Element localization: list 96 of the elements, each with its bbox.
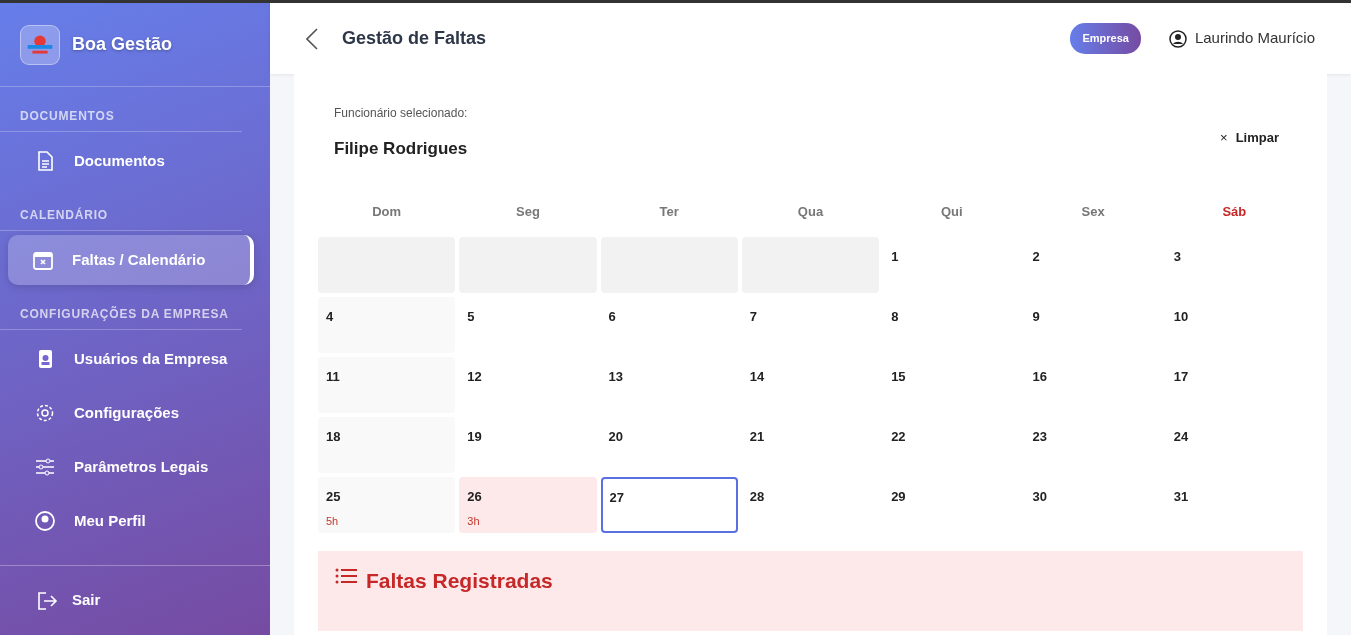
day-number: 7 [749, 309, 758, 324]
day-number: 24 [1173, 429, 1189, 444]
day-number: 1 [891, 249, 899, 264]
clear-button[interactable]: × Limpar [1220, 128, 1279, 148]
day-number: 23 [1032, 429, 1047, 444]
sidebar-item[interactable]: Meu Perfil [8, 496, 254, 546]
back-icon[interactable] [306, 27, 318, 50]
day-number: 20 [608, 429, 624, 444]
day-number: 31 [1173, 489, 1189, 504]
sidebar-item[interactable]: Parâmetros Legais [8, 442, 254, 492]
user-icon [1168, 29, 1187, 48]
user-icon [34, 510, 56, 532]
calendar-day[interactable]: 16 [1024, 357, 1162, 413]
day-number: 3 [1173, 249, 1181, 264]
employee-name: Filipe Rodrigues [333, 138, 468, 160]
day-number: 8 [891, 309, 899, 324]
day-number: 11 [326, 369, 340, 384]
calendar-day[interactable]: 29 [883, 477, 1021, 533]
calendar-day[interactable]: 14 [741, 357, 880, 413]
calendar-day[interactable]: 24 [1165, 417, 1303, 473]
hours-label: 3h [467, 513, 481, 529]
page-title: Gestão de Faltas [342, 27, 487, 50]
calendar-day[interactable]: 4 [318, 297, 456, 353]
calendar-day[interactable]: 17 [1165, 357, 1303, 413]
weekday-header: Qui [939, 202, 964, 221]
calendar-day[interactable]: 19 [459, 417, 597, 473]
day-number: 18 [326, 429, 341, 444]
calendar-day[interactable]: 10 [1165, 297, 1303, 353]
calendar-day[interactable]: 21 [741, 417, 880, 473]
day-number: 22 [891, 429, 906, 444]
calendar-day[interactable]: 12 [459, 357, 597, 413]
logout-icon [36, 590, 58, 611]
role-badge: Empresa [1070, 23, 1141, 54]
calendar-day[interactable]: 23 [1024, 417, 1162, 473]
day-number: 12 [467, 369, 482, 384]
calendar-day[interactable]: 11 [318, 357, 456, 413]
weekday-header: Ter [658, 202, 680, 221]
weekday-header: Seg [515, 202, 541, 221]
day-number: 16 [1032, 369, 1047, 384]
calendar-day[interactable]: 13 [600, 357, 738, 413]
calendar-day[interactable]: 18 [318, 417, 456, 473]
section-heading: CONFIGURAÇÕES DA EMPRESA [0, 285, 242, 330]
calendar-day[interactable]: 25 5h [318, 477, 456, 533]
sliders-icon [34, 456, 56, 478]
field-label: Funcionário selecionado: [333, 105, 468, 122]
day-number: 29 [891, 489, 906, 504]
logo-icon [20, 24, 60, 65]
settings-icon [34, 402, 56, 424]
day-number: 4 [326, 309, 334, 324]
today-cell[interactable]: 27 [600, 477, 738, 533]
day-number: 26 [467, 489, 482, 504]
section-heading: DOCUMENTOS [0, 87, 242, 132]
hours-label: 5h [326, 513, 340, 529]
calendar-day[interactable]: 31 [1165, 477, 1303, 533]
day-number: 13 [608, 369, 624, 384]
calendar-day[interactable]: 3 [1165, 237, 1303, 293]
weekday-header: Sáb [1221, 202, 1248, 221]
section-heading: CALENDÁRIO [0, 186, 242, 231]
day-number: 21 [749, 429, 765, 444]
sidebar-item[interactable]: Usuários da Empresa [8, 334, 254, 384]
user-name: Laurindo Maurício [1194, 28, 1315, 49]
brand-name: Boa Gestão [72, 33, 173, 56]
logout-link[interactable]: Sair [36, 589, 101, 612]
day-number: 30 [1032, 489, 1047, 504]
sidebar-item[interactable]: Documentos [8, 136, 254, 186]
day-number: 25 [326, 489, 341, 504]
day-number: 14 [749, 369, 765, 384]
calendar-day[interactable]: 30 [1024, 477, 1162, 533]
weekday-header: Sex [1080, 202, 1106, 221]
day-number: 2 [1032, 249, 1040, 264]
calendar-day[interactable]: 22 [883, 417, 1021, 473]
calendar-day[interactable]: 1 [883, 237, 1021, 293]
sidebar-item[interactable]: Configurações [8, 388, 254, 438]
day-number: 15 [891, 369, 906, 384]
day-number: 28 [749, 489, 765, 504]
day-number: 10 [1173, 309, 1189, 324]
calendar-day[interactable]: 15 [883, 357, 1021, 413]
day-number: 17 [1173, 369, 1189, 384]
calendar-day[interactable]: 8 [883, 297, 1021, 353]
calendar-day[interactable]: 2 [1024, 237, 1162, 293]
day-number: 5 [467, 309, 475, 324]
calendar-icon [32, 249, 54, 271]
calendar-day[interactable]: 28 [741, 477, 880, 533]
calendar-day[interactable]: 6 [600, 297, 738, 353]
day-number: 19 [467, 429, 482, 444]
absence-day[interactable]: 26 3h [459, 477, 597, 533]
day-number: 6 [608, 309, 616, 324]
calendar-day[interactable]: 5 [459, 297, 597, 353]
weekday-header: Qua [796, 202, 825, 221]
calendar-day[interactable]: 9 [1024, 297, 1162, 353]
weekday-header: Dom [371, 202, 403, 221]
day-number: 27 [609, 490, 625, 505]
panel-title: Faltas Registradas [366, 568, 553, 594]
calendar-day[interactable]: 20 [600, 417, 738, 473]
day-number: 9 [1032, 309, 1040, 324]
calendar-day[interactable]: 7 [741, 297, 880, 353]
